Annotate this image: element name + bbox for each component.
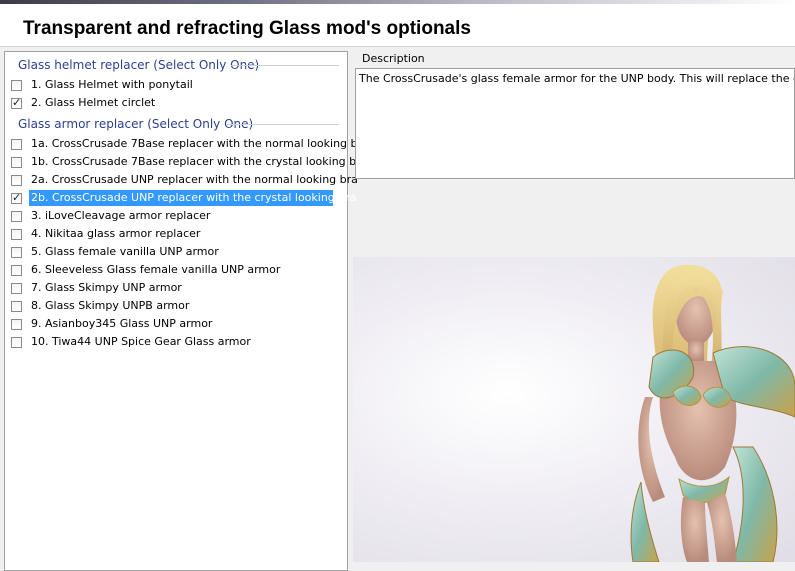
checkbox[interactable] [11,336,22,348]
group-header-armor: Glass armor replacer (Select Only One) [18,117,254,131]
page-title: Transparent and refracting Glass mod's o… [23,18,471,39]
checkbox[interactable] [11,210,22,222]
checkbox[interactable] [11,79,22,91]
checkbox-checked[interactable] [11,96,22,109]
option-label: 4. Nikitaa glass armor replacer [31,227,201,240]
option-label: 8. Glass Skimpy UNPB armor [31,299,190,312]
option-label: 1a. CrossCrusade 7Base replacer with the… [31,137,369,150]
options-panel[interactable]: Glass helmet replacer (Select Only One) … [4,51,369,571]
option-6[interactable]: 6. Sleeveless Glass female vanilla UNP a… [10,261,330,279]
option-label: 1. Glass Helmet with ponytail [31,78,193,91]
option-label: 3. iLoveCleavage armor replacer [31,209,211,222]
option-2b-selected[interactable]: 2b. CrossCrusade UNP replacer with the c… [10,189,357,207]
checkbox[interactable] [11,318,22,330]
option-label: 10. Tiwa44 UNP Spice Gear Glass armor [31,335,251,348]
checkbox[interactable] [11,246,22,258]
option-1b[interactable]: 1b. CrossCrusade 7Base replacer with the… [10,153,367,171]
group-divider [227,124,339,125]
option-5[interactable]: 5. Glass female vanilla UNP armor [10,243,330,261]
option-3[interactable]: 3. iLoveCleavage armor replacer [10,207,330,225]
option-glass-helmet-circlet[interactable]: 2. Glass Helmet circlet [10,94,330,112]
option-label: 5. Glass female vanilla UNP armor [31,245,219,258]
group-divider [231,65,339,66]
checkbox-checked[interactable] [11,191,22,204]
option-8[interactable]: 8. Glass Skimpy UNPB armor [10,297,330,315]
option-2a[interactable]: 2a. CrossCrusade UNP replacer with the n… [10,171,358,189]
checkbox[interactable] [11,156,22,168]
option-7[interactable]: 7. Glass Skimpy UNP armor [10,279,330,297]
character-illustration [630,264,795,562]
option-glass-helmet-ponytail[interactable]: 1. Glass Helmet with ponytail [10,76,330,94]
option-label: 7. Glass Skimpy UNP armor [31,281,182,294]
title-header: Transparent and refracting Glass mod's o… [0,4,795,47]
checkbox[interactable] [11,300,22,312]
option-label: 2. Glass Helmet circlet [31,96,156,109]
option-label: 6. Sleeveless Glass female vanilla UNP a… [31,263,281,276]
checkbox[interactable] [11,264,22,276]
option-1a[interactable]: 1a. CrossCrusade 7Base replacer with the… [10,135,369,153]
option-label: 9. Asianboy345 Glass UNP armor [31,317,213,330]
description-box[interactable]: The CrossCrusade's glass female armor fo… [355,68,795,179]
checkbox[interactable] [11,228,22,240]
preview-image [353,257,795,562]
description-text: The CrossCrusade's glass female armor fo… [359,72,794,85]
checkbox[interactable] [11,138,22,150]
checkbox[interactable] [11,282,22,294]
group-header-helmet: Glass helmet replacer (Select Only One) [18,58,260,72]
option-10[interactable]: 10. Tiwa44 UNP Spice Gear Glass armor [10,333,330,351]
option-9[interactable]: 9. Asianboy345 Glass UNP armor [10,315,330,333]
description-label: Description [362,52,425,65]
option-label: 2a. CrossCrusade UNP replacer with the n… [31,173,358,186]
option-4[interactable]: 4. Nikitaa glass armor replacer [10,225,330,243]
option-label: 2b. CrossCrusade UNP replacer with the c… [29,190,357,206]
option-label: 1b. CrossCrusade 7Base replacer with the… [31,155,368,168]
checkbox[interactable] [11,174,22,186]
